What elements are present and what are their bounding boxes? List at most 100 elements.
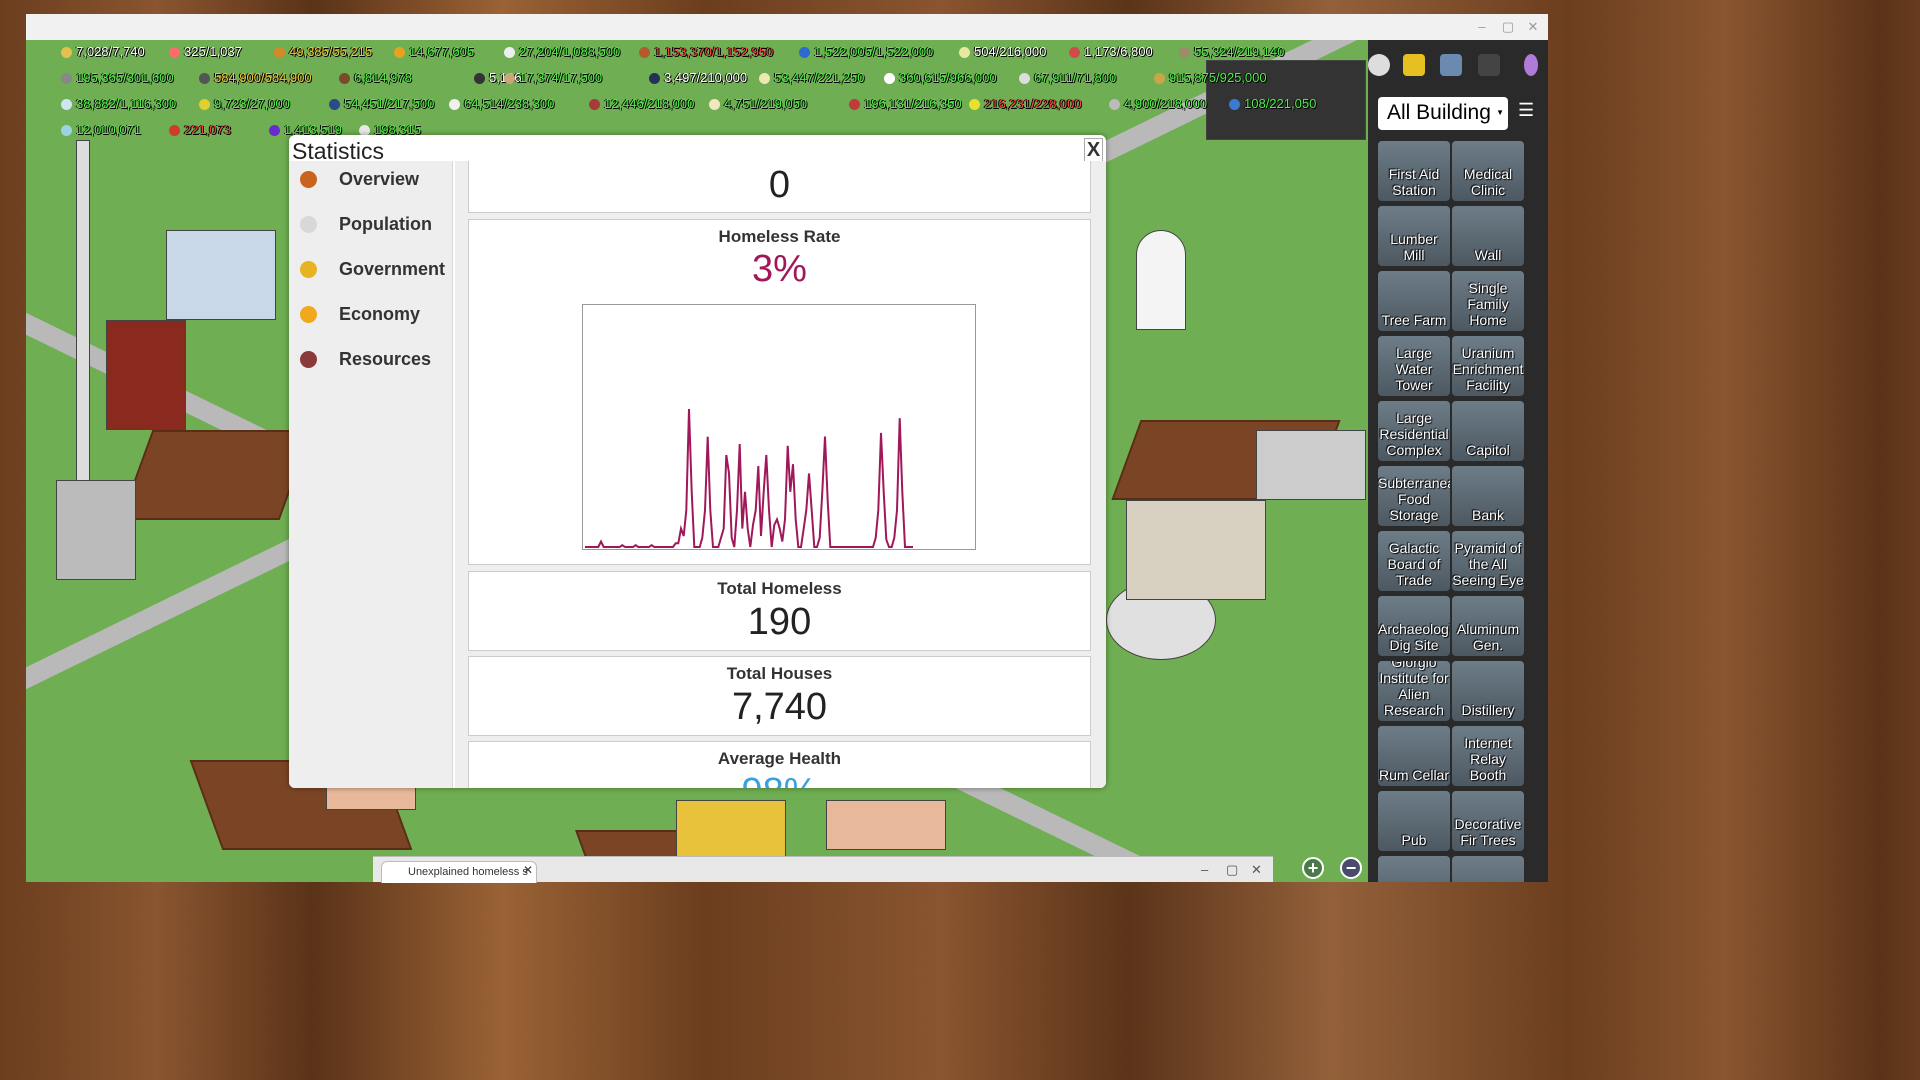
taskbar-minimize-icon[interactable]: – <box>1201 862 1208 877</box>
zoom-in-button[interactable]: + <box>1302 857 1324 879</box>
building-tile[interactable]: Galactic Board of Trade <box>1378 531 1450 591</box>
industrial-plant[interactable] <box>1126 500 1266 600</box>
tower[interactable] <box>76 140 90 520</box>
distillery-row[interactable] <box>826 800 946 850</box>
building-tile[interactable]: Giorgio Institute for Alien Research <box>1378 661 1450 721</box>
taskbar-close-icon[interactable]: ✕ <box>1251 862 1262 878</box>
building-tile[interactable]: Medical Clinic <box>1452 141 1524 201</box>
resource-counter: 67,911/71,800 <box>1016 70 1116 86</box>
browser-tab[interactable]: Unexplained homeless s <box>381 861 537 883</box>
resource-counter: 7,028/7,740 <box>58 44 145 60</box>
statistics-dialog: Statistics X Overview Population Governm… <box>289 135 1106 788</box>
resource-icon <box>1154 73 1165 84</box>
resource-icon <box>329 99 340 110</box>
close-window-button[interactable]: ✕ <box>1524 18 1542 36</box>
clock-icon[interactable] <box>1368 54 1390 76</box>
resource-counter: 195,365/301,600 <box>58 70 174 86</box>
list-view-icon[interactable]: ☰ <box>1518 100 1538 120</box>
stat-card-average-health: Average Health 98% <box>468 741 1091 788</box>
building-tile-label: Medical Clinic <box>1463 166 1513 198</box>
capitol-dome[interactable] <box>1136 230 1186 330</box>
stat-card-total-homeless: Total Homeless 190 <box>468 571 1091 651</box>
bulldozer-icon[interactable] <box>1403 54 1425 76</box>
nav-item-population[interactable]: Population <box>289 206 453 246</box>
nav-item-economy[interactable]: Economy <box>289 296 453 336</box>
tab-close-icon[interactable]: ✕ <box>523 863 533 877</box>
resource-counter: 55,324/219,140 <box>1176 44 1284 60</box>
house-icon <box>300 171 317 188</box>
building-filter-select[interactable]: All Building ▼ <box>1378 97 1508 130</box>
building-tile-label: Single Family Home <box>1467 280 1509 328</box>
stat-card-top: 0 <box>468 161 1091 213</box>
resource-icon <box>61 125 72 136</box>
resource-icon <box>884 73 895 84</box>
resource-counter: 64,514/238,300 <box>446 96 554 112</box>
resource-counter: 221,073 <box>166 122 231 138</box>
resource-icon <box>474 73 485 84</box>
building-tile[interactable]: Internet Relay Booth <box>1452 726 1524 786</box>
stat-title: Total Houses <box>726 664 833 683</box>
resource-counter: 1,153,370/1,152,950 <box>636 44 773 60</box>
dialog-close-button[interactable]: X <box>1084 138 1103 162</box>
stat-value: 190 <box>747 601 812 643</box>
resource-icon <box>61 73 72 84</box>
building-tile-label: Lumber Mill <box>1390 231 1438 263</box>
factory[interactable] <box>56 480 136 580</box>
bank-building[interactable] <box>1256 430 1366 500</box>
building-tile[interactable] <box>1452 856 1524 882</box>
resource-counter: 504/216,000 <box>956 44 1046 60</box>
stat-card-homeless-rate: Homeless Rate 3% <box>468 219 1091 565</box>
building-tile[interactable]: Tree Farm <box>1378 271 1450 331</box>
minimize-button[interactable]: – <box>1473 18 1491 36</box>
resource-counter: 27,204/1,088,500 <box>501 44 620 60</box>
plane-icon[interactable] <box>1440 54 1462 76</box>
stat-value: 3% <box>752 248 807 290</box>
building-tile-label: Giorgio Institute for Alien Research <box>1379 661 1449 718</box>
zoom-out-button[interactable]: − <box>1340 857 1362 879</box>
building-tile[interactable]: Bank <box>1452 466 1524 526</box>
building-tile[interactable]: First Aid Station <box>1378 141 1450 201</box>
resource-icon <box>169 125 180 136</box>
building-tile[interactable]: Wall <box>1452 206 1524 266</box>
building-tile-label: Capitol <box>1466 442 1510 458</box>
resource-counter: 1,522,005/1,522,000 <box>796 44 933 60</box>
resource-counter: 325/1,037 <box>166 44 242 60</box>
nav-item-government[interactable]: Government <box>289 251 453 291</box>
building-tile-label: Pub <box>1401 832 1427 848</box>
resource-bar: 7,028/7,740 325/1,037 49,385/55,215 14,677,… <box>26 40 1368 144</box>
building-tile[interactable]: Capitol <box>1452 401 1524 461</box>
building-tile[interactable]: Large Water Tower <box>1378 336 1450 396</box>
red-brick-building[interactable] <box>106 320 186 430</box>
building-tile[interactable]: Distillery <box>1452 661 1524 721</box>
building-tile[interactable]: Aluminum Gen. <box>1452 596 1524 656</box>
building-tile[interactable]: Archaeologic Dig Site <box>1378 596 1450 656</box>
resource-icon <box>759 73 770 84</box>
building-tile[interactable]: Uranium Enrichment Facility <box>1452 336 1524 396</box>
building-tile-label: Subterranean Food Storage <box>1378 475 1450 523</box>
hover-vehicle-icon[interactable] <box>1478 54 1500 76</box>
building-tile[interactable]: Pub <box>1378 791 1450 851</box>
building-tile[interactable]: Subterranean Food Storage <box>1378 466 1450 526</box>
stat-card-total-houses: Total Houses 7,740 <box>468 656 1091 736</box>
nav-item-overview[interactable]: Overview <box>289 161 453 201</box>
building-tile[interactable]: Cloning <box>1378 856 1450 882</box>
building-tile[interactable]: Pyramid of the All Seeing Eye <box>1452 531 1524 591</box>
maximize-button[interactable]: ▢ <box>1499 18 1517 36</box>
building-tile[interactable]: Rum Cellar <box>1378 726 1450 786</box>
resource-icon <box>504 47 515 58</box>
statistics-content[interactable]: 0 Homeless Rate 3% Total Homeless 190 To… <box>455 161 1106 788</box>
potion-icon[interactable] <box>1524 54 1538 76</box>
resource-icon <box>449 99 460 110</box>
building-tile-label: Large Residential Complex <box>1379 410 1449 458</box>
nav-item-resources[interactable]: Resources <box>289 341 453 381</box>
glass-building[interactable] <box>166 230 276 320</box>
resource-icon <box>339 73 350 84</box>
resource-icon <box>1179 47 1190 58</box>
building-tile[interactable]: Lumber Mill <box>1378 206 1450 266</box>
homeless-rate-line <box>585 408 913 548</box>
building-tile[interactable]: Decorative Fir Trees <box>1452 791 1524 851</box>
building-tile[interactable]: Large Residential Complex <box>1378 401 1450 461</box>
taskbar-maximize-icon[interactable]: ▢ <box>1226 862 1238 878</box>
building-tile[interactable]: Single Family Home <box>1452 271 1524 331</box>
stat-value: 7,740 <box>731 686 828 728</box>
